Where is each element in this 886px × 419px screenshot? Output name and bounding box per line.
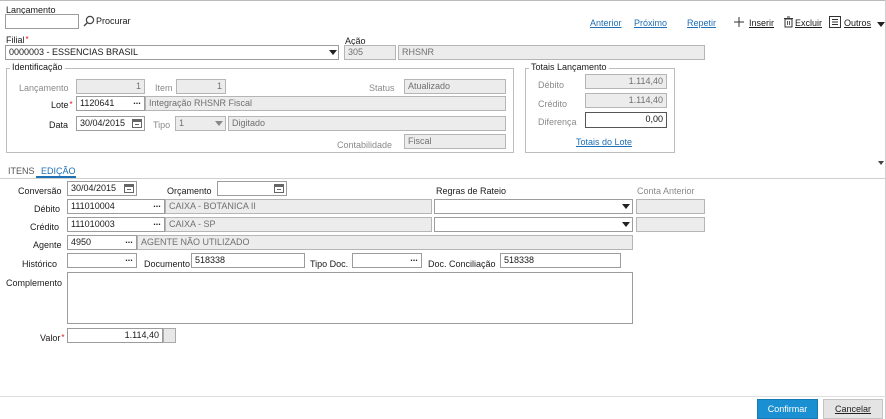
debito-desc-field: CAIXA - BOTANICA II [165, 199, 432, 214]
data-label: Data [49, 120, 69, 130]
chevron-down-icon [877, 22, 885, 27]
credito-label: Crédito [30, 222, 60, 232]
conversao-label: Conversão [18, 186, 62, 196]
anterior-link[interactable]: Anterior [590, 17, 622, 29]
debito-rateio-dropdown-icon[interactable] [622, 204, 630, 209]
debito-rateio-select[interactable] [434, 199, 633, 214]
totais-diferenca-label: Diferença [538, 117, 577, 127]
top-border [0, 0, 886, 1]
tab-divider [0, 178, 886, 179]
repetir-link[interactable]: Repetir [687, 17, 716, 29]
calendar-icon[interactable] [132, 119, 142, 128]
contabilidade-label: Contabilidade [337, 140, 393, 150]
cancelar-button[interactable]: Cancelar [823, 399, 883, 419]
item-label: Item [155, 83, 173, 93]
contabilidade-field: Fiscal [404, 134, 506, 149]
doc-conciliacao-field[interactable]: 518338 [500, 253, 621, 268]
valor-calculator-button[interactable] [163, 328, 176, 343]
credito-rateio-dropdown-icon[interactable] [622, 222, 630, 227]
outros-button[interactable]: Outros [829, 15, 885, 29]
outros-label: Outros [844, 18, 872, 28]
agente-label: Agente [33, 240, 62, 250]
totais-debito-label: Débito [538, 80, 565, 90]
complemento-textarea[interactable] [67, 272, 633, 324]
search-icon [83, 15, 95, 27]
totais-diferenca-field: 0,00 [585, 112, 667, 128]
debito-label: Débito [34, 204, 61, 214]
collapse-arrow-icon[interactable] [878, 161, 884, 165]
totais-credito-field: 1.114,40 [585, 93, 667, 108]
conversao-calendar-icon[interactable] [124, 184, 134, 193]
excluir-button[interactable]: Excluir [783, 15, 829, 29]
complemento-label: Complemento [6, 278, 63, 288]
lancamento-label: Lançamento [19, 83, 69, 93]
lote-desc-field: Integração RHSNR Fiscal [145, 96, 506, 111]
documento-label: Documento [144, 259, 191, 269]
lote-lookup-button[interactable]: ... [129, 97, 145, 110]
tipo-label: Tipo [153, 120, 171, 130]
acao-name-field: RHSNR [398, 45, 705, 60]
tipo-doc-label: Tipo Doc. [310, 259, 349, 269]
tipo-dropdown-icon [215, 121, 223, 126]
filial-select[interactable]: 0000003 - ESSENCIAS BRASIL [5, 45, 339, 60]
identificacao-legend: Identificação [10, 62, 65, 73]
debito-conta-anterior-field [636, 199, 705, 214]
tab-itens[interactable]: ITENS [8, 165, 35, 177]
status-label: Status [369, 83, 395, 93]
credito-desc-field: CAIXA - SP [165, 217, 432, 232]
trash-icon [784, 16, 793, 28]
lote-label: Lote* [51, 100, 73, 110]
inserir-label: Inserir [749, 18, 775, 28]
agente-desc-field: AGENTE NÃO UTILIZADO [137, 235, 633, 250]
search-button-label: Procurar [96, 16, 131, 26]
historico-label: Histórico [22, 259, 58, 269]
credito-conta-anterior-field [636, 217, 705, 232]
status-field: Atualizado [404, 79, 506, 94]
list-icon [829, 16, 841, 28]
acao-code-field: 305 [344, 45, 396, 60]
totais-credito-label: Crédito [538, 99, 568, 109]
totais-legend: Totais Lançamento [529, 62, 609, 73]
documento-field[interactable]: 518338 [191, 253, 305, 268]
excluir-label: Excluir [795, 18, 823, 28]
inserir-button[interactable]: Inserir [733, 15, 783, 29]
totais-debito-field: 1.114,40 [585, 74, 667, 89]
tipo-doc-lookup-button[interactable]: ... [406, 254, 422, 267]
credito-lookup-button[interactable]: ... [149, 218, 165, 231]
debito-lookup-button[interactable]: ... [149, 200, 165, 213]
footer-divider [0, 396, 886, 397]
plus-icon [734, 17, 744, 27]
historico-lookup-button[interactable]: ... [121, 254, 137, 267]
lancamento-field: 1 [76, 79, 145, 94]
valor-field[interactable]: 1.114,40 [67, 328, 163, 343]
search-input[interactable] [5, 14, 79, 29]
tipo-desc-field: Digitado [228, 116, 506, 131]
regras-rateio-label: Regras de Rateio [436, 186, 507, 196]
conta-anterior-label: Conta Anterior [637, 186, 695, 196]
orcamento-label: Orçamento [167, 186, 212, 196]
proximo-link[interactable]: Próximo [634, 17, 667, 29]
doc-conciliacao-label: Doc. Conciliação [428, 259, 496, 269]
confirmar-button[interactable]: Confirmar [757, 399, 818, 419]
orcamento-calendar-icon[interactable] [274, 184, 284, 193]
item-field: 1 [176, 79, 226, 94]
filial-dropdown-icon[interactable] [329, 50, 337, 55]
credito-rateio-select[interactable] [434, 217, 633, 232]
agente-lookup-button[interactable]: ... [121, 236, 137, 249]
totais-lote-link[interactable]: Totais do Lote [576, 136, 632, 148]
valor-label: Valor* [40, 333, 65, 343]
